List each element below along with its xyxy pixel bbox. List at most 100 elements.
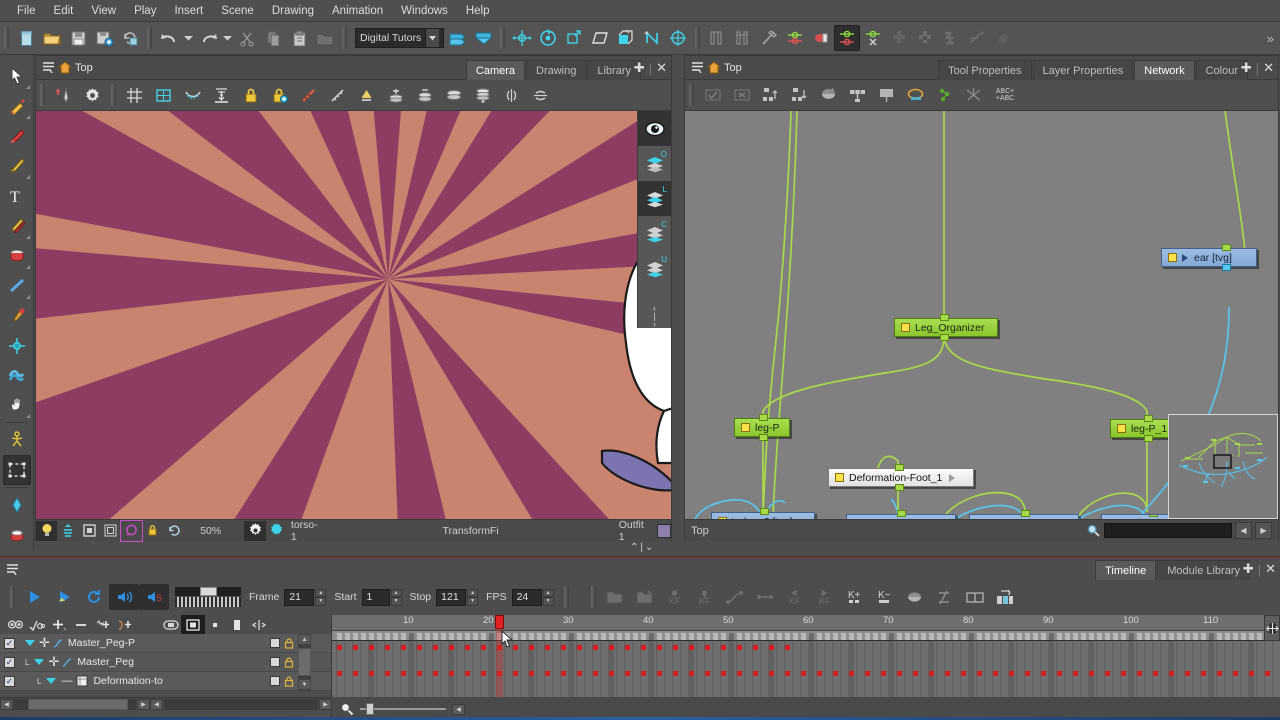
triangle-down-icon[interactable] [34, 659, 45, 665]
display-small-icon[interactable] [204, 616, 226, 633]
frame-cell[interactable] [553, 633, 558, 640]
node-input-port[interactable] [1149, 515, 1158, 517]
frame-cell[interactable] [457, 633, 462, 640]
node-input-port[interactable] [1144, 415, 1153, 422]
playback-toolbar-grip-2[interactable] [563, 586, 569, 608]
frame-cell[interactable] [745, 633, 750, 640]
menu-item-windows[interactable]: Windows [392, 0, 457, 22]
frame-cell[interactable] [1225, 633, 1230, 640]
field-icon[interactable] [100, 521, 121, 541]
tool-expand-corner[interactable] [25, 294, 30, 299]
frame-cell[interactable] [1169, 633, 1174, 640]
frame-cell[interactable] [825, 633, 830, 640]
layer-u-icon[interactable]: U [638, 251, 671, 286]
close-view-icon[interactable]: ✕ [1265, 561, 1276, 577]
onion-marker-multi-icon[interactable] [323, 82, 352, 108]
keyframe-marker[interactable] [673, 645, 678, 650]
camera-colour-swatch[interactable] [657, 523, 671, 538]
frame-cell[interactable] [913, 633, 918, 640]
node-input-port[interactable] [1222, 244, 1231, 251]
keyframe-marker[interactable] [385, 671, 390, 676]
frame-cell[interactable] [521, 633, 526, 640]
frame-stepper[interactable]: ▲ ▼ [315, 588, 327, 606]
frame-cell[interactable] [1129, 633, 1134, 640]
keyframe-marker[interactable] [945, 671, 950, 676]
layer-l-icon[interactable]: L [638, 181, 671, 216]
tab-camera[interactable]: Camera [465, 60, 526, 80]
extrude-icon[interactable] [613, 25, 639, 51]
display-node-icon[interactable] [872, 82, 901, 108]
camera-zoom-value[interactable]: 50% [200, 525, 221, 537]
frame-cell[interactable] [905, 633, 910, 640]
frame-icon[interactable] [79, 521, 100, 541]
menu-item-file[interactable]: File [8, 0, 45, 22]
frame-cell[interactable] [1105, 633, 1110, 640]
keyframe-marker[interactable] [641, 671, 646, 676]
keyframe-marker[interactable] [417, 671, 422, 676]
export-icon[interactable] [444, 25, 470, 51]
timeline-grid-pane[interactable]: 10 20 30 40 50 60 70 80 90 100 110 ◀ [332, 615, 1280, 720]
frame-cell[interactable] [473, 633, 478, 640]
tool-expand-corner[interactable] [25, 174, 30, 179]
node-output-port[interactable] [1144, 435, 1153, 442]
grid-icon[interactable] [120, 82, 149, 108]
curve-icon[interactable] [964, 25, 990, 51]
keyframe-marker[interactable] [897, 671, 902, 676]
keyframe-marker[interactable] [449, 645, 454, 650]
keyframe-marker[interactable] [737, 671, 742, 676]
close-view-icon[interactable]: ✕ [1263, 60, 1274, 76]
scroll-thumb[interactable] [28, 698, 128, 710]
group-up-icon[interactable] [756, 82, 785, 108]
folder-open-icon[interactable] [630, 584, 660, 610]
frame-cell[interactable] [609, 633, 614, 640]
frame-cell[interactable] [393, 633, 398, 640]
keyframe-marker[interactable] [353, 671, 358, 676]
lock-icon[interactable] [236, 82, 265, 108]
hand-tool-icon[interactable] [3, 390, 31, 420]
frame-cell[interactable] [1145, 633, 1150, 640]
frame-cell[interactable] [641, 633, 646, 640]
magnifier-icon[interactable] [1087, 524, 1100, 537]
scroll-track[interactable] [164, 698, 318, 710]
menu-item-insert[interactable]: Insert [165, 0, 212, 22]
keyframe-marker[interactable] [1009, 671, 1014, 676]
keyframe-marker[interactable] [337, 645, 342, 650]
menu-item-drawing[interactable]: Drawing [263, 0, 323, 22]
keyframe-marker[interactable] [705, 671, 710, 676]
frame-cell[interactable] [513, 633, 518, 640]
keyframe-marker[interactable] [1089, 671, 1094, 676]
playback-toolbar-grip[interactable] [10, 586, 15, 608]
frame-cell[interactable] [1025, 633, 1030, 640]
timeline-ruler[interactable]: 10 20 30 40 50 60 70 80 90 100 110 [332, 615, 1280, 630]
keyframe-marker[interactable] [737, 645, 742, 650]
new-scene-icon[interactable] [13, 25, 39, 51]
inverse-kinematics-icon[interactable] [834, 25, 861, 51]
frame-cell[interactable] [921, 633, 926, 640]
rotate-icon[interactable] [535, 25, 561, 51]
frame-cell[interactable] [1193, 633, 1198, 640]
reset-icon[interactable] [164, 521, 185, 541]
frame-cell[interactable] [1033, 633, 1038, 640]
preferences-gear-icon[interactable] [78, 82, 107, 108]
save-icon[interactable] [65, 25, 91, 51]
fps-field[interactable]: 24 [511, 588, 542, 606]
light-bulb-icon[interactable] [36, 520, 58, 541]
toolbar-grip-1[interactable] [4, 27, 9, 49]
lock-icon[interactable] [284, 656, 294, 668]
tab-network[interactable]: Network [1134, 60, 1195, 80]
frame-cell[interactable] [1017, 633, 1022, 640]
network-next-button[interactable]: ▶ [1255, 522, 1272, 539]
frame-cell[interactable] [769, 633, 774, 640]
layer-color-swatch[interactable] [270, 638, 280, 648]
node-output-port[interactable] [1222, 264, 1231, 271]
remove-key-icon[interactable]: K− [870, 584, 900, 610]
ink-tool-icon[interactable] [3, 490, 31, 520]
keyframe-marker[interactable] [1121, 671, 1126, 676]
close-view-icon[interactable]: ✕ [656, 60, 667, 76]
frame-cell[interactable] [969, 633, 974, 640]
frame-cell[interactable] [625, 633, 630, 640]
keyframe-marker[interactable] [625, 671, 630, 676]
lock-icon[interactable] [284, 675, 294, 687]
node-input-port[interactable] [895, 464, 904, 471]
node-input-port[interactable] [940, 314, 949, 321]
